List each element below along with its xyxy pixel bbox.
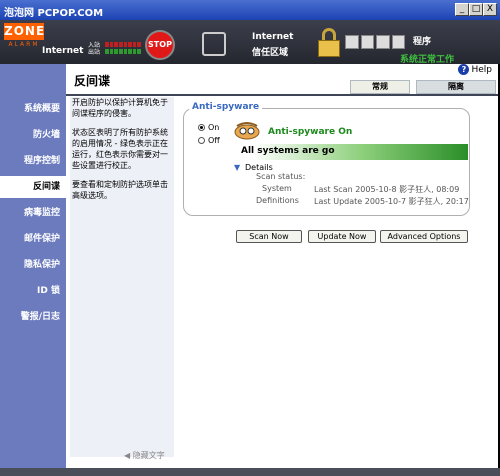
tab-general[interactable]: 常规 xyxy=(350,80,410,94)
definitions-value: Last Update 2005-10-7 影子狂人, 20:17 xyxy=(314,197,469,206)
title-bar: 泡泡网 PCPOP.COM _ □ X xyxy=(0,0,500,20)
network-icon xyxy=(202,32,226,56)
sidebar-item-overview[interactable]: 系统概要 xyxy=(0,98,66,120)
window-title: 泡泡网 PCPOP.COM xyxy=(4,8,104,19)
tab-quarantine[interactable]: 隔离 xyxy=(416,80,496,94)
page-title: 反间谍 xyxy=(74,74,111,88)
status-text: All systems are go xyxy=(241,146,335,156)
app-header: ZONE ALARM Internet 入站 出站 STOP Internet … xyxy=(0,20,500,65)
radio-off-label: Off xyxy=(208,136,220,145)
sidebar-item-program-control[interactable]: 程序控制 xyxy=(0,150,66,172)
programs-label: 程序 xyxy=(413,37,432,47)
spyware-status-icon xyxy=(234,122,260,140)
radio-on-indicator xyxy=(198,124,205,131)
internet-label: Internet xyxy=(42,46,84,56)
sidebar-item-alerts-logs[interactable]: 警报/日志 xyxy=(0,306,66,328)
program-icons xyxy=(345,35,405,49)
sidebar-item-privacy[interactable]: 隐私保护 xyxy=(0,254,66,276)
description-paragraph: 要查看和定制防护选项单击高级选项。 xyxy=(72,180,168,200)
update-now-button[interactable]: Update Now xyxy=(308,230,376,243)
zone-internet-label: Internet xyxy=(252,32,294,42)
internet-lock-icon[interactable] xyxy=(318,28,340,58)
sidebar-item-id-lock[interactable]: ID 锁 xyxy=(0,280,66,302)
system-label: System xyxy=(262,184,292,193)
radio-on[interactable]: On xyxy=(198,123,219,132)
radio-on-label: On xyxy=(208,123,220,132)
maximize-button[interactable]: □ xyxy=(469,3,483,16)
sidebar-item-firewall[interactable]: 防火墙 xyxy=(0,124,66,146)
hide-text-link[interactable]: ◀ 隐藏文字 xyxy=(124,450,165,461)
traffic-meter-labels: 入站 出站 xyxy=(88,42,100,56)
main-content: 反间谍 ? Help 常规 隔离 开启防护以保护计算机免于间谍程序的侵害。 状态区… xyxy=(66,64,498,468)
help-icon: ? xyxy=(458,64,470,75)
help-link[interactable]: ? Help xyxy=(458,64,492,75)
system-value: Last Scan 2005-10-8 影子狂人, 08:09 xyxy=(314,185,460,194)
sidebar-item-antivirus[interactable]: 病毒监控 xyxy=(0,202,66,224)
inbound-meter xyxy=(105,42,141,47)
logo-alarm: ALARM xyxy=(8,41,40,48)
scan-now-button[interactable]: Scan Now xyxy=(236,230,302,243)
header-divider xyxy=(66,94,498,96)
details-expand-icon[interactable]: ▼ xyxy=(234,163,240,172)
panel-legend: Anti-spyware xyxy=(189,102,263,112)
zonealarm-logo: ZONE ALARM xyxy=(4,23,44,57)
scan-status-label: Scan status: xyxy=(256,172,306,181)
sidebar-item-anti-spyware[interactable]: 反间谍 xyxy=(0,176,66,198)
zone-trusted-label: 信任区域 xyxy=(252,48,289,58)
meter-in-label: 入站 xyxy=(88,42,101,49)
details-label[interactable]: Details xyxy=(245,163,273,172)
advanced-options-button[interactable]: Advanced Options xyxy=(380,230,468,243)
sidebar-item-email-protection[interactable]: 邮件保护 xyxy=(0,228,66,250)
description-paragraph: 开启防护以保护计算机免于间谍程序的侵害。 xyxy=(72,98,168,118)
hide-text-label: 隐藏文字 xyxy=(132,451,165,460)
definitions-label: Definitions xyxy=(256,196,299,205)
minimize-button[interactable]: _ xyxy=(455,3,469,16)
close-button[interactable]: X xyxy=(483,3,497,16)
status-title: Anti-spyware On xyxy=(268,127,353,137)
radio-off-indicator xyxy=(198,137,205,144)
description-paragraph: 状态区表明了所有防护系统的启用情况 - 绿色表示正在运行，红色表示你需要对一些设… xyxy=(72,128,168,170)
stop-button[interactable]: STOP xyxy=(145,30,175,60)
logo-zone: ZONE xyxy=(4,23,46,40)
help-label: Help xyxy=(471,65,492,75)
radio-off[interactable]: Off xyxy=(198,136,220,145)
sidebar: 系统概要 防火墙 程序控制 反间谍 病毒监控 邮件保护 隐私保护 ID 锁 警报… xyxy=(0,64,66,468)
outbound-meter xyxy=(105,49,141,54)
meter-out-label: 出站 xyxy=(88,49,101,56)
description-panel: 开启防护以保护计算机免于间谍程序的侵害。 状态区表明了所有防护系统的启用情况 -… xyxy=(70,97,174,457)
window-bottom-border xyxy=(0,468,500,476)
